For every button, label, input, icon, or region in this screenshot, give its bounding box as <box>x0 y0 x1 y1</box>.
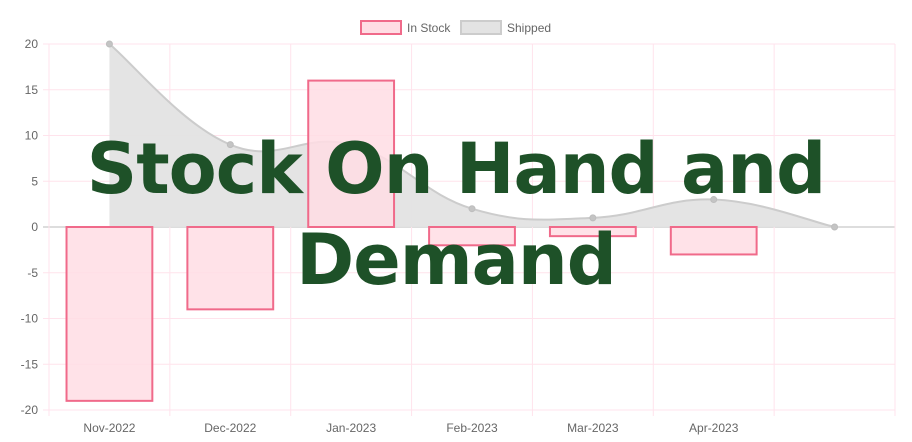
y-tick-label: -15 <box>21 357 39 371</box>
x-tick-label: Mar-2023 <box>567 421 619 435</box>
legend-in-stock-swatch <box>360 20 402 35</box>
legend-in-stock-label: In Stock <box>407 21 451 35</box>
overlay-title-line-1: Stock On Hand and <box>86 128 826 210</box>
legend-shipped-label: Shipped <box>507 21 551 35</box>
shipped-point <box>105 40 113 48</box>
y-tick-label: 20 <box>25 37 39 51</box>
overlay-title-line-2: Demand <box>296 219 617 301</box>
x-tick-label: Apr-2023 <box>689 421 739 435</box>
x-tick-label: Jan-2023 <box>326 421 376 435</box>
x-tick-label: Nov-2022 <box>83 421 135 435</box>
y-tick-label: -20 <box>21 403 39 417</box>
legend-shipped-swatch <box>460 20 502 35</box>
y-tick-label: 15 <box>25 83 39 97</box>
x-tick-label: Dec-2022 <box>204 421 256 435</box>
y-tick-label: -10 <box>21 312 39 326</box>
x-tick-label: Feb-2023 <box>446 421 498 435</box>
chart-container: 20 15 10 5 0 -5 -10 -15 -20 Nov-2022 Dec-2022 Jan-2… <box>0 0 912 442</box>
overlay-title: Stock On Hand and Demand <box>0 124 912 306</box>
